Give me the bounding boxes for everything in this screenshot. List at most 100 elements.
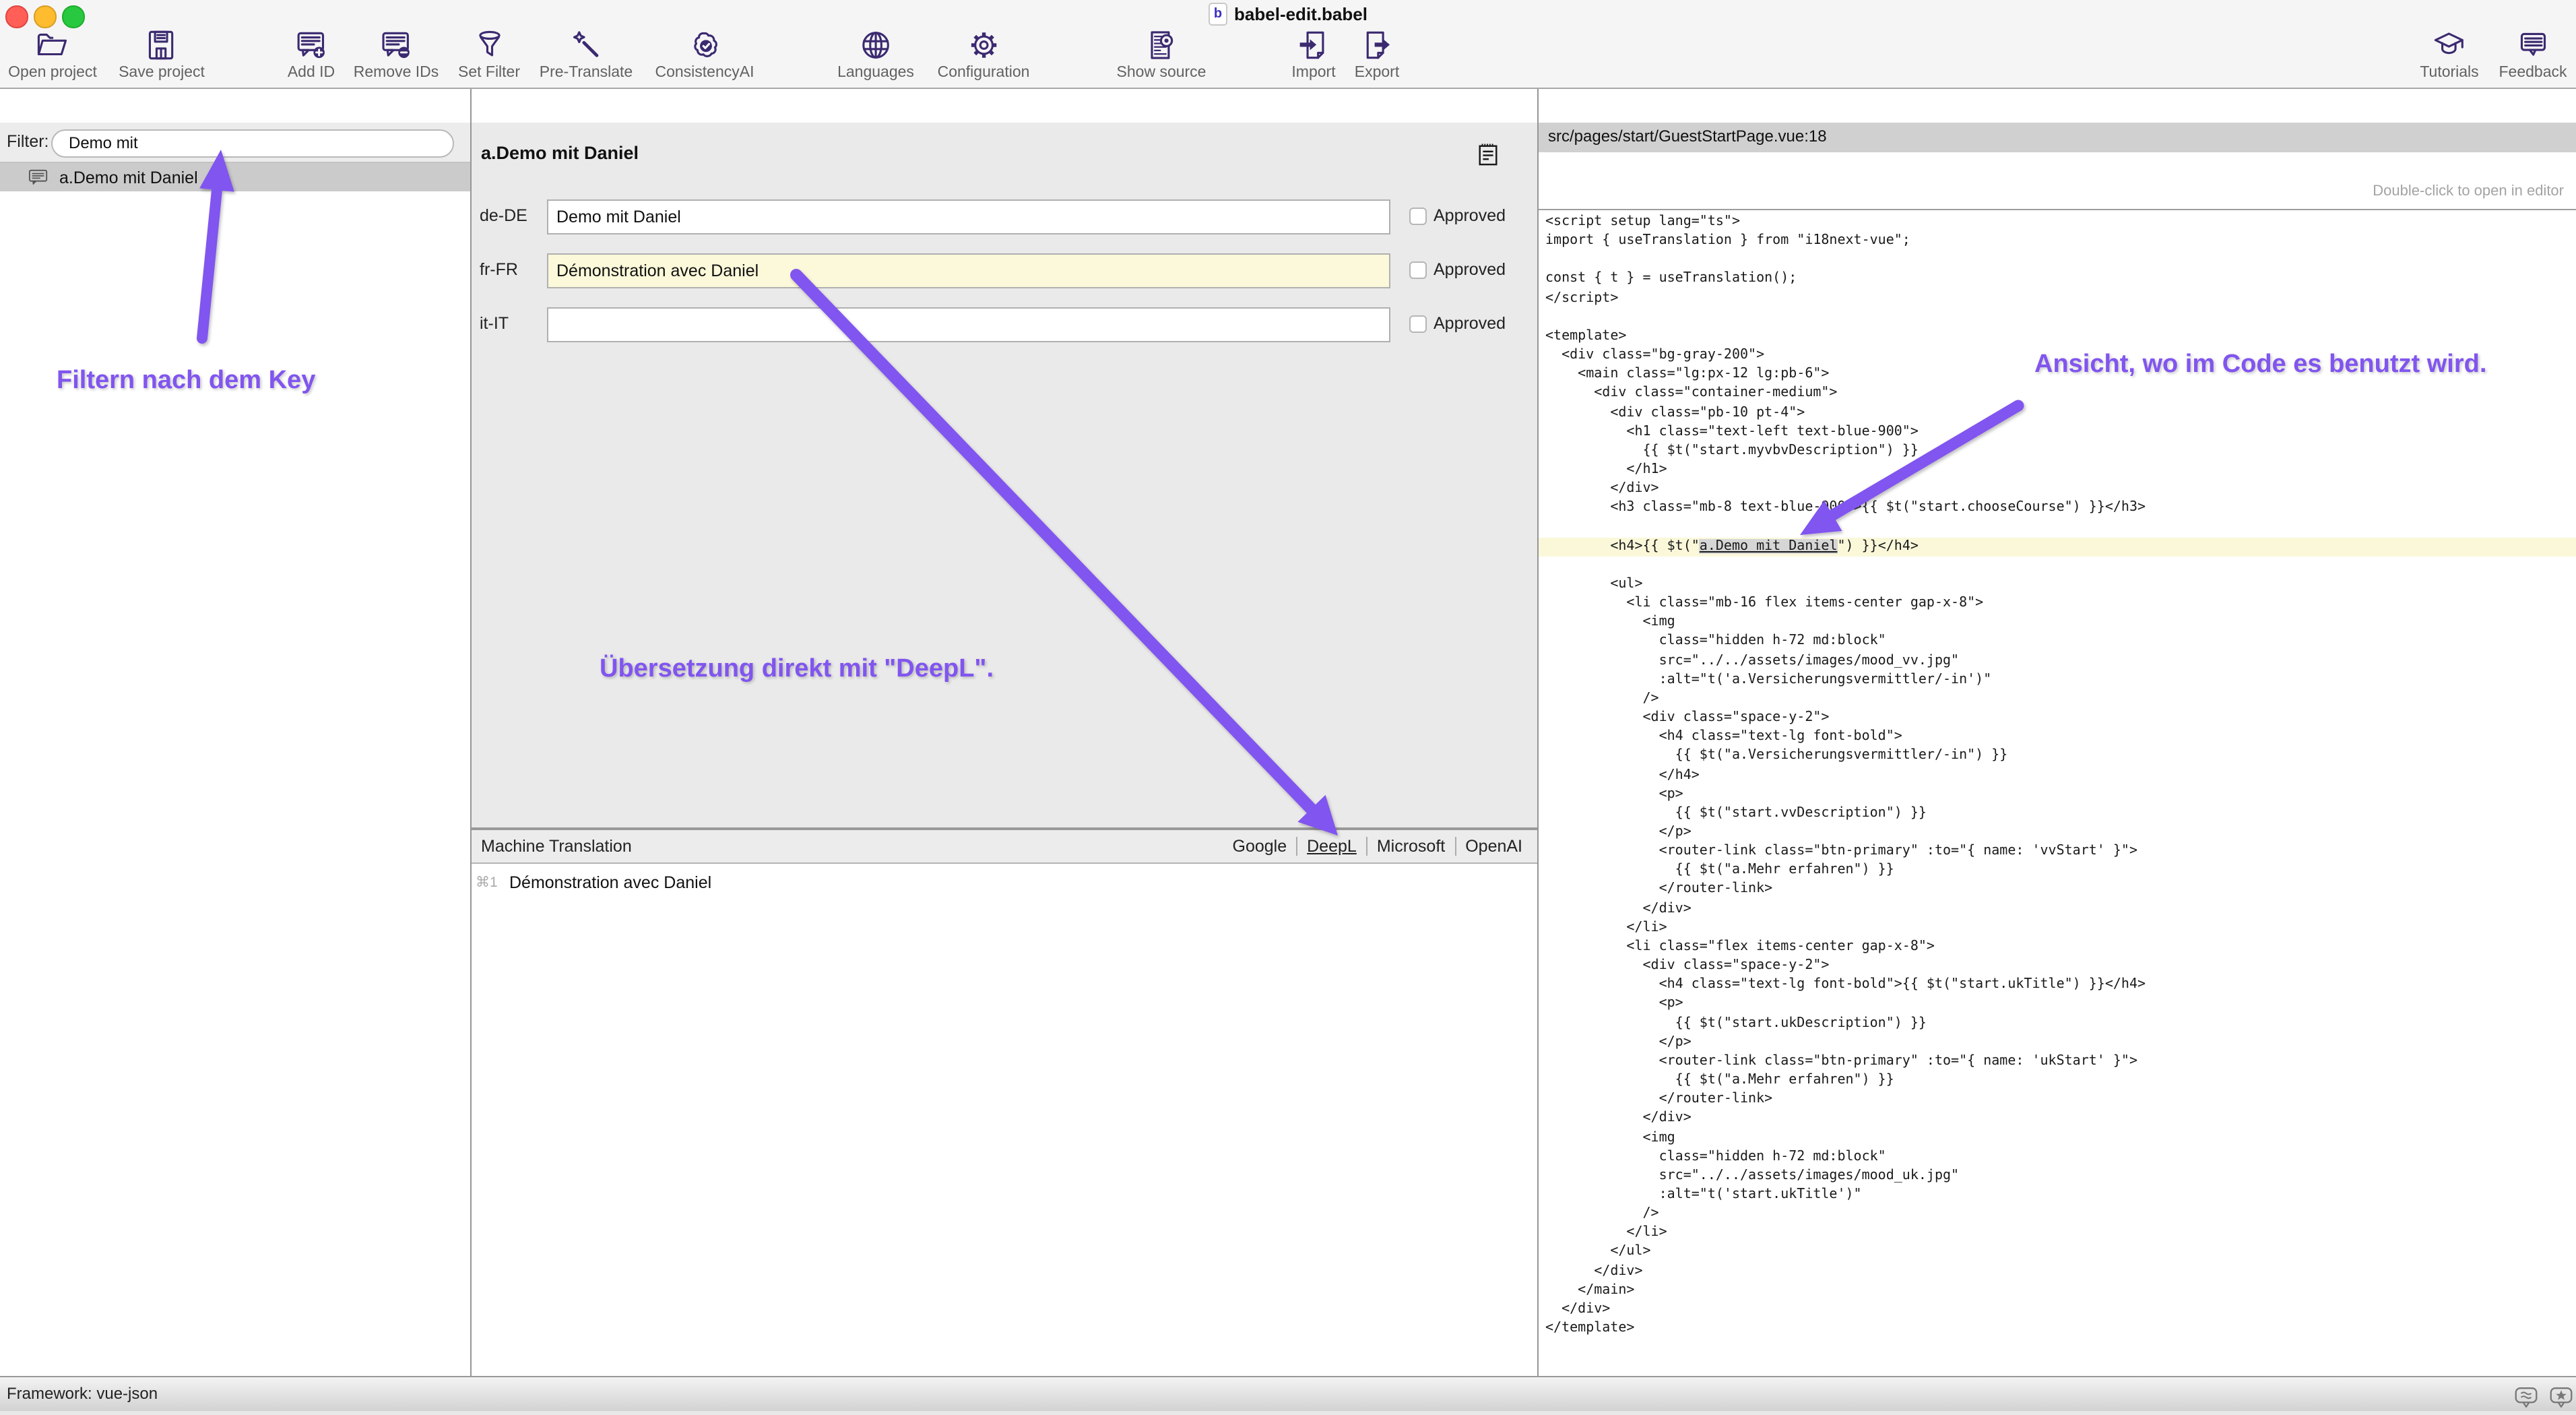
code-line: </script> (1539, 289, 2576, 308)
code-line: :alt="t('a.Versicherungsvermittler/-in')… (1539, 671, 2576, 690)
approved-label: Approved (1434, 206, 1506, 225)
open-project-button[interactable]: Open project (8, 26, 97, 81)
translation-id-list-item[interactable]: a.Demo mit Daniel (0, 163, 470, 191)
save-project-button[interactable]: Save project (119, 26, 205, 81)
code-line: </router-link> (1539, 881, 2576, 900)
toolbar-label: Tutorials (2420, 65, 2478, 81)
code-line: import { useTranslation } from "i18next-… (1539, 232, 2576, 251)
approved-checkbox-fr[interactable] (1409, 261, 1427, 279)
toolbar-label: Show source (1117, 65, 1206, 81)
show-source-button[interactable]: Show source (1117, 26, 1206, 81)
translation-input-fr[interactable] (547, 253, 1390, 288)
approved-label: Approved (1434, 260, 1506, 279)
code-line: /> (1539, 1205, 2576, 1224)
close-window-button[interactable] (5, 5, 28, 28)
provider-tab-google[interactable]: Google (1233, 830, 1287, 862)
lang-row-label-de: de-DE (480, 206, 542, 225)
export-button[interactable]: Export (1355, 26, 1400, 81)
approved-checkbox-de[interactable] (1409, 208, 1427, 225)
code-line: <h4 class="text-lg font-bold">{{ $t("sta… (1539, 976, 2576, 995)
filter-label: Filter: (7, 123, 49, 162)
zoom-window-button[interactable] (62, 5, 84, 28)
mt-suggestion-row[interactable]: ⌘1 Démonstration avec Daniel (472, 871, 1537, 895)
code-line: <div class="pb-10 pt-4"> (1539, 404, 2576, 422)
code-line: </div> (1539, 900, 2576, 918)
code-line: :alt="t('start.ukTitle')" (1539, 1186, 2576, 1205)
toolbar-label: Export (1355, 65, 1400, 81)
import-button[interactable]: Import (1291, 26, 1335, 81)
toolbar-label: Configuration (938, 65, 1030, 81)
source-reference-item[interactable]: src/pages/start/GuestStartPage.vue:18 (1539, 123, 2576, 152)
code-line: <div class="space-y-2"> (1539, 957, 2576, 976)
toolbar-label: Feedback (2499, 65, 2567, 81)
tutorials-button[interactable]: Tutorials (2420, 26, 2478, 81)
code-line: const { t } = useTranslation(); (1539, 270, 2576, 289)
status-bar: Framework: vue-json (0, 1376, 2576, 1411)
code-line: <ul> (1539, 575, 2576, 594)
lang-row-label-fr: fr-FR (480, 260, 542, 279)
document-eye-icon (1143, 26, 1180, 63)
pre-translate-button[interactable]: Pre-Translate (540, 26, 633, 81)
code-line: </ul> (1539, 1243, 2576, 1262)
code-line: {{ $t("start.vvDescription") }} (1539, 805, 2576, 823)
minimize-window-button[interactable] (34, 5, 56, 28)
code-line: </template> (1539, 1319, 2576, 1338)
graduation-cap-icon (2431, 26, 2468, 63)
code-line: </p> (1539, 823, 2576, 842)
provider-tab-deepl[interactable]: DeepL (1307, 830, 1357, 862)
framework-status: Framework: vue-json (7, 1377, 158, 1410)
babeledit-window: b babel-edit.babel Open project Save pro… (0, 0, 2576, 1411)
code-line: </router-link> (1539, 1090, 2576, 1109)
annotation-code-note: Ansicht, wo im Code es benutzt wird. (2034, 350, 2486, 380)
approved-label: Approved (1434, 314, 1506, 333)
window-title-group: b babel-edit.babel (1209, 3, 1367, 26)
open-folder-icon (34, 26, 71, 63)
code-line: <router-link class="btn-primary" :to="{ … (1539, 842, 2576, 861)
remove-ids-button[interactable]: Remove IDs (354, 26, 439, 81)
globe-icon (858, 26, 894, 63)
provider-tab-openai[interactable]: OpenAI (1465, 830, 1522, 862)
open-in-editor-hint: Double-click to open in editor (2373, 183, 2564, 199)
translation-id-label: a.Demo mit Daniel (59, 168, 198, 187)
provider-tab-microsoft[interactable]: Microsoft (1377, 830, 1445, 862)
divider (1296, 837, 1297, 856)
machine-translation-content: ⌘1 Démonstration avec Daniel (472, 864, 1537, 1376)
code-line: <div class="space-y-2"> (1539, 709, 2576, 728)
window-title: babel-edit.babel (1234, 4, 1367, 24)
code-line: </p> (1539, 1033, 2576, 1052)
translation-input-de[interactable] (547, 199, 1390, 234)
configuration-button[interactable]: Configuration (938, 26, 1030, 81)
floppy-disk-icon (143, 26, 180, 63)
document-icon-letter: b (1214, 7, 1222, 22)
translation-input-it[interactable] (547, 307, 1390, 342)
code-line: </div> (1539, 1110, 2576, 1129)
set-filter-button[interactable]: Set Filter (458, 26, 520, 81)
feedback-button[interactable]: Feedback (2499, 26, 2567, 81)
code-line (1539, 518, 2576, 537)
code-line: </h1> (1539, 461, 2576, 480)
toolbar-label: Remove IDs (354, 65, 439, 81)
code-line: {{ $t("start.myvbvDescription") }} (1539, 442, 2576, 461)
languages-button[interactable]: Languages (837, 26, 914, 81)
source-references-panel: src/pages/start/GuestStartPage.vue:18 Do… (1539, 89, 2576, 1376)
code-line: class="hidden h-72 md:block" (1539, 633, 2576, 652)
comment-note-icon[interactable] (1477, 142, 1500, 174)
approved-checkbox-it[interactable] (1409, 315, 1427, 333)
filter-input[interactable] (51, 129, 454, 157)
bubble-minus-icon (378, 26, 414, 63)
code-line: </h4> (1539, 766, 2576, 785)
add-id-button[interactable]: Add ID (288, 26, 335, 81)
import-arrow-icon (1295, 26, 1332, 63)
code-line: <template> (1539, 327, 2576, 346)
source-reference-path: src/pages/start/GuestStartPage.vue:18 (1548, 127, 1827, 146)
code-line: <h1 class="text-left text-blue-900"> (1539, 422, 2576, 441)
code-line: <li class="flex items-center gap-x-8"> (1539, 938, 2576, 957)
funnel-icon (471, 26, 507, 63)
code-line: <p> (1539, 785, 2576, 804)
consistency-ai-button[interactable]: ConsistencyAI (655, 26, 754, 81)
machine-translation-header: Machine Translation Google DeepL Microso… (472, 827, 1537, 864)
divider (1366, 837, 1367, 856)
source-code-view: <script setup lang="ts">import { useTran… (1539, 213, 2576, 1338)
code-line: /> (1539, 690, 2576, 709)
code-line: </div> (1539, 1300, 2576, 1319)
